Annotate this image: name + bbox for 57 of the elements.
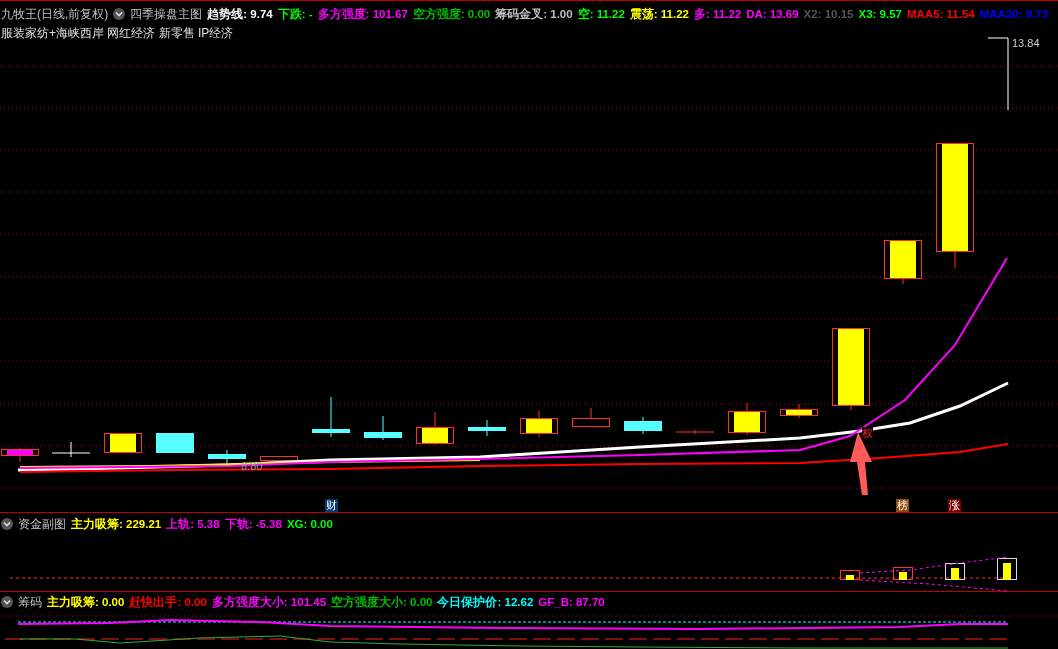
event-marker: 财 [325, 499, 338, 512]
indicator-readout: X2: 10.15 [803, 7, 854, 22]
event-marker: 榜 [896, 499, 909, 512]
candlestick [728, 402, 766, 436]
candlestick [884, 239, 922, 285]
price-label: 13.84 [1012, 37, 1040, 49]
indicator-readout: 多方强度: 101.67 [317, 6, 408, 22]
indicator-readout: 今日保护价: 12.62 [437, 594, 534, 610]
dropdown-icon[interactable] [1, 596, 13, 608]
indicator-readout: 多方强度大小: 101.45 [211, 594, 327, 610]
price-label: 8.80 [241, 460, 263, 472]
indicator-readout: 震荡: 11.22 [629, 6, 689, 22]
concept-tags: 服装家纺+海峡西岸 网红经济 新零售 IP经济 [1, 25, 234, 41]
volume-bar [945, 563, 965, 580]
candlestick [624, 416, 662, 435]
indicator-readout: 空方强度大小: 0.00 [331, 594, 433, 610]
candlestick [364, 415, 402, 441]
indicator-readout: 空: 11.22 [577, 6, 625, 22]
indicator-readout: 下轨: -5.38 [224, 517, 282, 532]
dropdown-icon[interactable] [1, 518, 13, 530]
indicator-readout: MAA5: 11.54 [906, 7, 975, 22]
volume-bar [840, 570, 860, 580]
indicator-readout: 下跌: - [277, 7, 313, 22]
candlestick [416, 411, 454, 446]
candlestick [780, 403, 818, 419]
dropdown-icon[interactable] [113, 8, 126, 20]
indicator-name[interactable]: 四季操盘主图 [130, 6, 203, 22]
indicator-readout: 主力吸筹: 229.21 [71, 516, 162, 532]
event-marker: 涨 [948, 499, 961, 512]
indicator-name[interactable]: 资金副图 [18, 516, 66, 532]
candlestick [468, 419, 506, 437]
chart-title: 九牧王(日线,前复权) [1, 6, 109, 22]
volume-bar [997, 558, 1017, 580]
candlestick [312, 396, 350, 438]
indicator-name[interactable]: 筹码 [18, 594, 42, 610]
indicator-readout: X3: 9.57 [858, 7, 902, 22]
indicator-readout: 筹码金叉: 1.00 [495, 7, 573, 22]
indicator-readout: 趋势线: 9.74 [207, 6, 273, 22]
candlestick [51, 441, 91, 458]
indicator-readout: XG: 0.00 [286, 517, 333, 532]
candlestick [104, 432, 142, 453]
indicator-readout: MAA20: 9.73 [979, 7, 1049, 22]
signal-label: 权 [862, 427, 873, 439]
indicator-readout: GF_B: 87.70 [538, 595, 605, 610]
candlestick [260, 455, 298, 461]
candlestick [1, 447, 39, 463]
volume-bar [893, 567, 913, 580]
candlestick [675, 429, 715, 435]
indicator-readout: 赶快出手: 0.00 [129, 594, 207, 610]
indicator-readout: DA: 13.69 [746, 7, 799, 22]
indicator-readout: 主力吸筹: 0.00 [47, 594, 125, 610]
indicator-readout: 空方强度: 0.00 [412, 6, 491, 22]
candlestick [156, 432, 194, 454]
indicator-readout: 上轨: 5.38 [166, 517, 220, 532]
indicator-readout: 多: 11.22 [694, 7, 742, 22]
candlestick [572, 407, 610, 427]
candlestick [520, 410, 558, 438]
